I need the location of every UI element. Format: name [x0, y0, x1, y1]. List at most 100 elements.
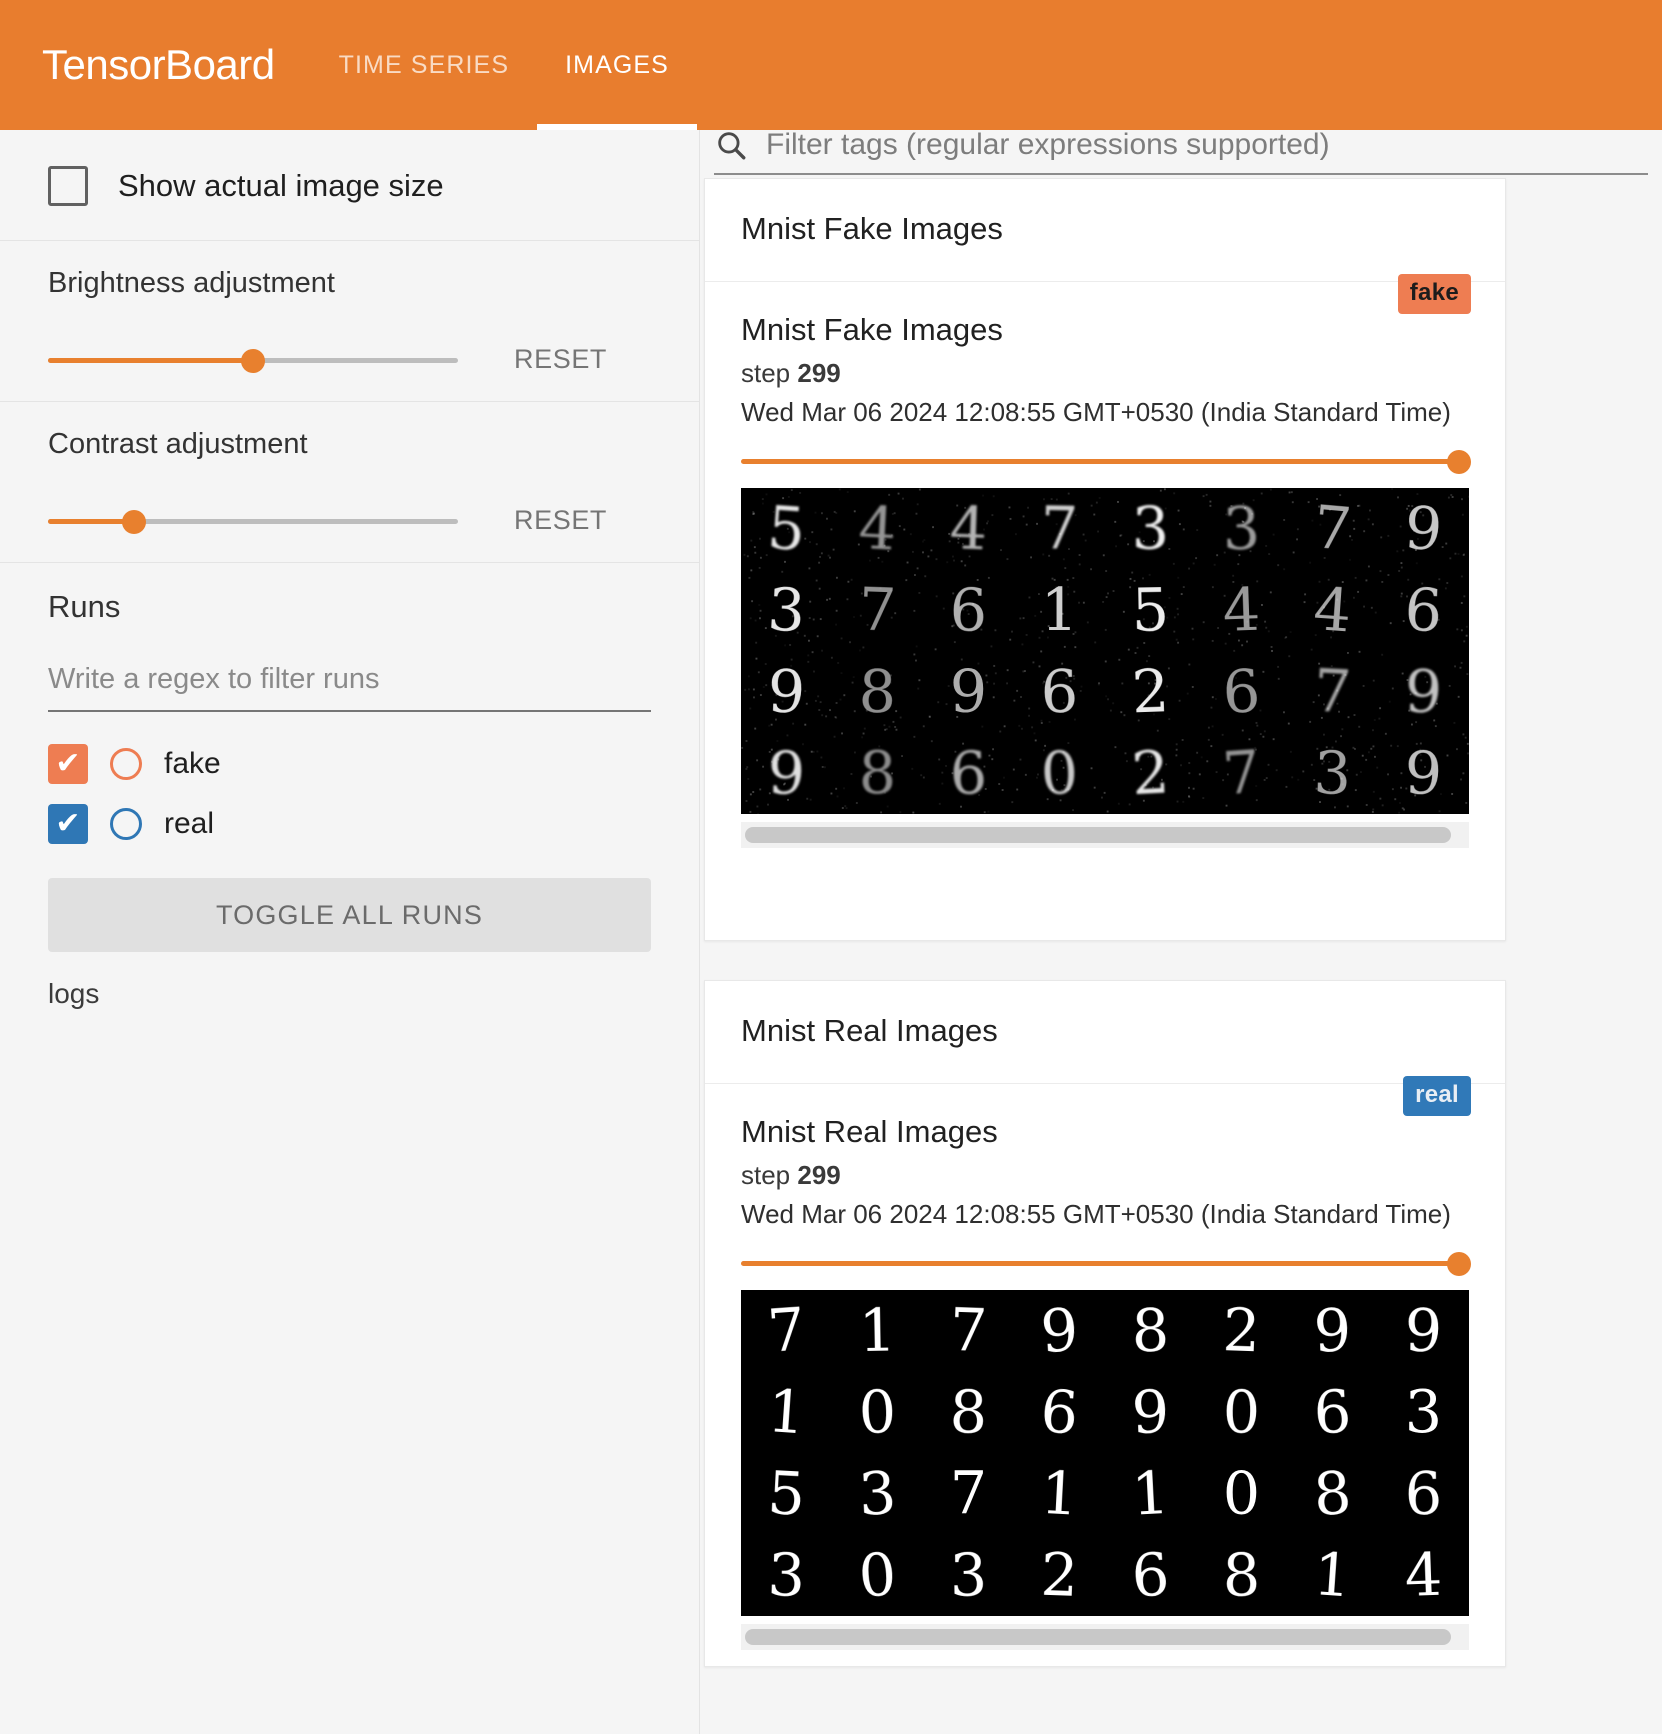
- run-item-real[interactable]: ✔ real: [48, 804, 651, 844]
- tab-images[interactable]: IMAGES: [537, 0, 697, 130]
- svg-text:8: 8: [1222, 1540, 1261, 1610]
- app-header: TensorBoard TIME SERIES IMAGES: [0, 0, 1662, 130]
- run-color-dot-fake: [110, 748, 142, 780]
- svg-text:4: 4: [857, 493, 898, 564]
- svg-text:1: 1: [1041, 575, 1078, 644]
- contrast-row: RESET: [48, 505, 651, 536]
- svg-text:9: 9: [767, 656, 807, 726]
- image-wrapper: 71798299108690635371108630326814: [741, 1290, 1469, 1617]
- mnist-fake-grid: 5 4 4 7 3 3 7 93 7 6 1 5 4 4 69 8 9 6 2 6 7 99 8 6 0 2 7 3 9: [741, 488, 1469, 815]
- checkbox-unchecked-icon: [48, 166, 88, 206]
- run-label-real: real: [164, 807, 215, 840]
- svg-text:3: 3: [857, 1458, 898, 1529]
- card-group-title: Mnist Fake Images: [741, 211, 1003, 246]
- svg-text:1: 1: [765, 1376, 807, 1447]
- svg-text:0: 0: [858, 1377, 898, 1447]
- tensorboard-app: TensorBoard TIME SERIES IMAGES Show actu…: [0, 0, 1662, 1734]
- image-scrollbar-thumb[interactable]: [745, 827, 1451, 844]
- contrast-thumb[interactable]: [122, 509, 147, 534]
- svg-text:9: 9: [1404, 738, 1443, 808]
- svg-text:0: 0: [856, 1539, 898, 1610]
- svg-text:2: 2: [1131, 656, 1171, 726]
- step-value: 299: [797, 1160, 841, 1190]
- step-slider-thumb[interactable]: [1447, 1252, 1471, 1276]
- search-icon: [718, 132, 746, 160]
- timestamp: Wed Mar 06 2024 12:08:55 GMT+0530 (India…: [741, 397, 1451, 427]
- step-slider[interactable]: [741, 450, 1471, 474]
- tag-filter-input[interactable]: [766, 128, 1648, 162]
- image-horizontal-scrollbar[interactable]: [741, 822, 1469, 849]
- svg-text:9: 9: [1404, 656, 1444, 726]
- run-item-fake[interactable]: ✔ fake: [48, 744, 651, 784]
- runs-filter-input[interactable]: [48, 659, 651, 712]
- card-footer-space: [705, 848, 1505, 940]
- image-cards-container: Mnist Fake Images fake Mnist Fake Images st…: [700, 178, 1662, 1734]
- runs-section: Runs ✔ fake ✔ real TOGGLE ALL RUNS logs: [0, 563, 699, 1036]
- svg-text:3: 3: [1405, 1377, 1442, 1446]
- step-line: step 299: [741, 358, 1469, 389]
- svg-text:3: 3: [767, 1540, 807, 1610]
- svg-text:7: 7: [949, 1295, 989, 1365]
- svg-text:9: 9: [1038, 1294, 1080, 1365]
- contrast-slider[interactable]: [48, 506, 458, 536]
- svg-text:8: 8: [858, 656, 897, 726]
- step-line: step 299: [741, 1160, 1469, 1191]
- svg-text:6: 6: [1221, 656, 1262, 727]
- card-body: fake Mnist Fake Images step 299 Wed Mar 06 …: [705, 274, 1505, 849]
- step-slider-thumb[interactable]: [1447, 450, 1471, 474]
- svg-text:6: 6: [1312, 1376, 1353, 1447]
- svg-text:0: 0: [1040, 738, 1080, 808]
- logs-label: logs: [48, 978, 100, 1009]
- tab-time-series[interactable]: TIME SERIES: [311, 0, 537, 130]
- brightness-slider[interactable]: [48, 345, 458, 375]
- card-group-header: Mnist Real Images: [705, 981, 1505, 1084]
- run-checkbox-fake[interactable]: ✔: [48, 744, 88, 784]
- show-actual-image-size-checkbox[interactable]: Show actual image size: [48, 142, 651, 214]
- image-card-real: Mnist Real Images real Mnist Real Images st…: [704, 980, 1506, 1668]
- svg-text:7: 7: [858, 575, 898, 645]
- svg-text:7: 7: [1220, 737, 1262, 808]
- svg-text:9: 9: [767, 738, 806, 808]
- svg-text:8: 8: [1131, 1295, 1170, 1365]
- step-value: 299: [797, 358, 841, 388]
- svg-text:5: 5: [766, 1458, 807, 1529]
- svg-text:1: 1: [1039, 1458, 1080, 1529]
- content-area: Mnist Fake Images fake Mnist Fake Images st…: [700, 116, 1662, 1734]
- brightness-fill: [48, 357, 253, 363]
- contrast-reset-button[interactable]: RESET: [514, 505, 607, 536]
- svg-text:4: 4: [1404, 1540, 1444, 1610]
- svg-text:8: 8: [949, 1377, 988, 1447]
- svg-text:9: 9: [950, 657, 987, 726]
- svg-text:3: 3: [1132, 494, 1169, 563]
- brightness-reset-button[interactable]: RESET: [514, 344, 607, 375]
- svg-text:7: 7: [1311, 492, 1354, 564]
- run-checkbox-real[interactable]: ✔: [48, 804, 88, 844]
- card-group-title: Mnist Real Images: [741, 1013, 998, 1048]
- card-title: Mnist Real Images: [741, 1114, 998, 1149]
- toggle-all-runs-button[interactable]: TOGGLE ALL RUNS: [48, 878, 651, 952]
- svg-text:0: 0: [1222, 1377, 1261, 1447]
- svg-text:6: 6: [1038, 1376, 1080, 1447]
- image-scrollbar-thumb[interactable]: [745, 1629, 1451, 1646]
- svg-text:2: 2: [1040, 1540, 1080, 1610]
- step-slider[interactable]: [741, 1252, 1471, 1276]
- step-label: step: [741, 1160, 791, 1190]
- show-actual-image-size-label: Show actual image size: [118, 168, 444, 203]
- run-badge: fake: [1397, 274, 1471, 314]
- step-slider-track: [741, 1261, 1469, 1266]
- svg-text:7: 7: [1312, 656, 1353, 727]
- brightness-thumb[interactable]: [241, 348, 265, 373]
- step-label: step: [741, 358, 791, 388]
- card-footer-space: [705, 1650, 1505, 1666]
- svg-text:3: 3: [766, 574, 807, 645]
- brightness-section: Brightness adjustment RESET: [0, 241, 699, 402]
- svg-text:8: 8: [1311, 1457, 1353, 1528]
- card-body: real Mnist Real Images step 299 Wed Mar 06 …: [705, 1076, 1505, 1651]
- svg-text:3: 3: [949, 1540, 988, 1610]
- run-label-fake: fake: [164, 747, 221, 780]
- svg-text:6: 6: [1404, 1458, 1443, 1528]
- contrast-section: Contrast adjustment RESET: [0, 402, 699, 563]
- image-horizontal-scrollbar[interactable]: [741, 1624, 1469, 1651]
- left-sidebar: Show actual image size Brightness adjust…: [0, 116, 700, 1734]
- svg-text:6: 6: [1403, 574, 1444, 645]
